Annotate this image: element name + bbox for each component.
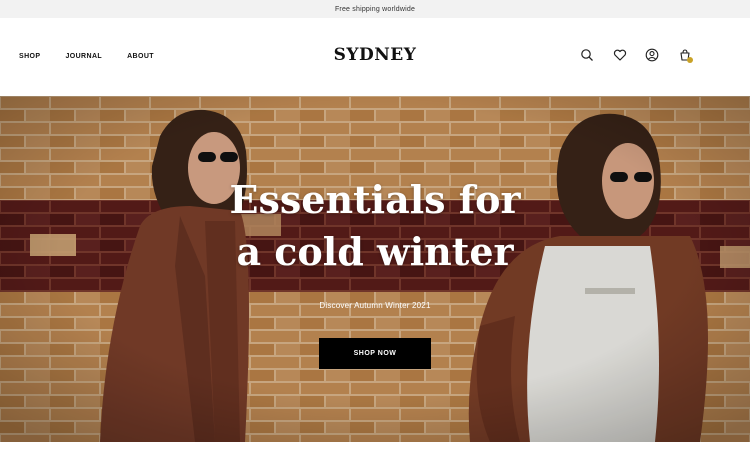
brand-logo[interactable]: SYDNEY <box>0 45 750 65</box>
cart-badge <box>687 57 693 63</box>
hero-title: Essentials for a cold winter <box>0 174 750 278</box>
account-icon[interactable] <box>645 48 659 62</box>
announcement-bar: Free shipping worldwide <box>0 0 750 18</box>
hero-title-line1: Essentials for <box>229 177 521 222</box>
heart-icon[interactable] <box>613 48 627 62</box>
cart-icon[interactable] <box>678 48 693 63</box>
page-bottom-strip <box>0 442 750 450</box>
hero-title-line2: a cold winter <box>236 229 514 274</box>
announcement-text: Free shipping worldwide <box>334 5 416 13</box>
hero-subtitle: Discover Autumn Winter 2021 <box>319 301 431 310</box>
shop-now-button[interactable]: SHOP NOW <box>319 338 431 369</box>
search-icon[interactable] <box>580 48 594 62</box>
site-header: SHOP JOURNAL ABOUT SYDNEY <box>0 18 750 96</box>
hero-banner: Essentials for a cold winter Discover Au… <box>0 96 750 442</box>
